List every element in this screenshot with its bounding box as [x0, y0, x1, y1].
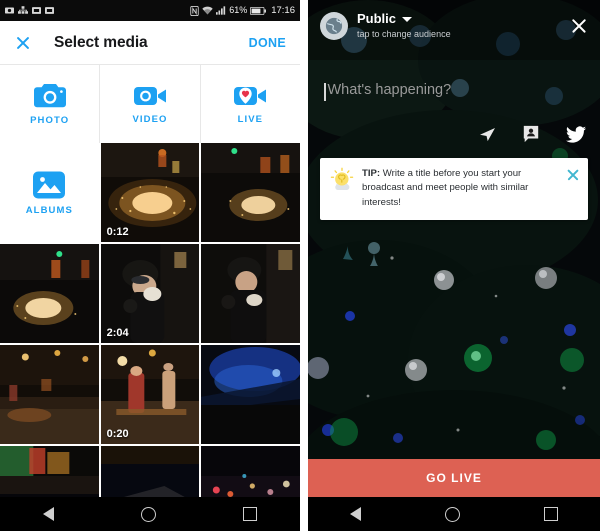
signal-icon	[216, 6, 226, 15]
network-icon	[18, 6, 28, 14]
chevron-down-icon[interactable]	[402, 17, 413, 23]
left-phone-screen: 61% 17:16 Select media DONE PHOTO VIDEO …	[0, 0, 300, 531]
thumbnail-image	[201, 345, 300, 444]
go-live-button[interactable]: GO LIVE	[308, 459, 600, 497]
audience-title-row: Public	[357, 11, 451, 27]
status-bar-right-icons: 61% 17:16	[190, 5, 295, 16]
globe-icon	[325, 17, 343, 35]
home-icon[interactable]	[140, 506, 156, 522]
mode-live-label: LIVE	[237, 114, 264, 125]
tip-text: TIP: Write a title before you start your…	[362, 167, 560, 210]
media-thumb[interactable]	[201, 345, 300, 444]
tip-prefix: TIP:	[362, 168, 381, 179]
thumbnail-image	[0, 345, 99, 444]
mode-photo-label: PHOTO	[30, 115, 70, 126]
media-grid: ALBUMS 0:12 2:04 0:20	[0, 143, 300, 531]
close-icon[interactable]	[570, 17, 588, 35]
mode-photo-button[interactable]: PHOTO	[0, 65, 101, 143]
composer-action-icons	[479, 125, 586, 143]
right-phone-screen: Public tap to change audience What's hap…	[308, 0, 600, 531]
sim-icon	[32, 7, 41, 14]
panel-divider	[300, 0, 308, 531]
tip-banner: TIP: Write a title before you start your…	[320, 158, 588, 221]
composer-input[interactable]: What's happening?	[324, 82, 584, 101]
status-bar: 61% 17:16	[0, 0, 300, 21]
thumbnail-duration: 2:04	[106, 327, 129, 339]
audience-selector[interactable]: Public tap to change audience	[357, 11, 451, 40]
person-badge-icon[interactable]	[522, 125, 540, 143]
media-thumb[interactable]	[0, 244, 99, 343]
media-thumb[interactable]: 2:04	[100, 244, 200, 343]
go-live-label: GO LIVE	[426, 471, 482, 485]
recents-icon[interactable]	[544, 507, 558, 521]
thumbnail-image	[201, 143, 300, 242]
screenshot-root: 61% 17:16 Select media DONE PHOTO VIDEO …	[0, 0, 600, 531]
media-thumb[interactable]	[201, 143, 300, 242]
audience-subtitle: tap to change audience	[357, 29, 451, 40]
home-icon[interactable]	[445, 506, 460, 522]
image-gallery-icon	[33, 171, 66, 198]
media-thumb[interactable]: 0:12	[100, 143, 200, 242]
nfc-icon	[190, 5, 199, 16]
video-camera-icon	[133, 87, 166, 105]
media-mode-row: PHOTO VIDEO LIVE	[0, 65, 300, 143]
text-cursor	[324, 83, 326, 101]
media-thumb[interactable]: 0:20	[100, 345, 200, 444]
mode-video-button[interactable]: VIDEO	[100, 65, 201, 143]
back-icon[interactable]	[350, 507, 361, 521]
sd-icon	[45, 7, 54, 14]
mode-video-label: VIDEO	[132, 114, 168, 125]
avatar[interactable]	[320, 12, 348, 40]
audience-header: Public tap to change audience	[308, 0, 600, 52]
status-clock: 17:16	[271, 5, 295, 16]
albums-button[interactable]: ALBUMS	[0, 143, 99, 242]
thumbnail-duration: 0:12	[106, 226, 129, 238]
periscope-live-icon	[234, 87, 267, 105]
tip-body: Write a title before you start your broa…	[362, 168, 529, 208]
thumbnail-image	[0, 244, 99, 343]
android-nav-bar	[308, 497, 600, 531]
battery-percent: 61%	[229, 5, 248, 15]
composer-placeholder: What's happening?	[327, 82, 452, 98]
location-arrow-icon[interactable]	[479, 127, 496, 142]
recents-icon[interactable]	[242, 507, 257, 521]
back-icon[interactable]	[43, 507, 55, 521]
app-bar: Select media DONE	[0, 21, 300, 65]
thumbnail-image	[201, 244, 300, 343]
battery-icon	[250, 6, 267, 15]
wifi-icon	[202, 6, 213, 15]
media-thumb[interactable]	[0, 345, 99, 444]
thumbnail-duration: 0:20	[106, 428, 129, 440]
lightbulb-icon	[330, 167, 354, 191]
status-bar-left-icons	[5, 6, 54, 15]
close-icon[interactable]	[566, 168, 580, 182]
page-title: Select media	[54, 33, 148, 51]
mode-live-button[interactable]: LIVE	[201, 65, 300, 143]
camera-preview-christmas-tree	[308, 0, 600, 531]
android-nav-bar	[0, 497, 300, 531]
close-icon[interactable]	[14, 34, 32, 52]
camera-icon	[5, 7, 14, 14]
done-button[interactable]: DONE	[249, 36, 286, 50]
media-thumb[interactable]	[201, 244, 300, 343]
albums-label: ALBUMS	[25, 204, 73, 216]
camera-icon	[33, 84, 66, 108]
twitter-bird-icon[interactable]	[566, 125, 586, 143]
audience-title: Public	[357, 11, 397, 27]
